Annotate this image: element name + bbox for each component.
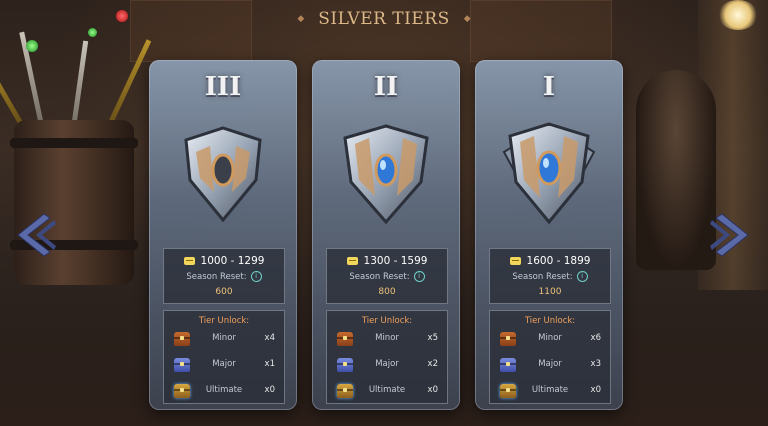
next-tier-button[interactable]	[708, 212, 752, 258]
info-icon[interactable]: i	[413, 271, 425, 282]
reward-count: x5	[427, 333, 438, 343]
season-reset: Season Reset: i	[164, 271, 284, 282]
major-chest-icon	[174, 358, 190, 372]
reward-row-major: Major x2	[327, 357, 447, 377]
tier-unlock-title: Tier Unlock:	[198, 316, 250, 326]
minor-chest-icon	[500, 332, 516, 346]
season-reset-label: Season Reset:	[349, 271, 410, 282]
reward-count: x4	[264, 333, 275, 343]
reward-row-ultimate: Ultimate x0	[327, 383, 447, 403]
tier-unlock-title: Tier Unlock:	[361, 316, 413, 326]
info-icon[interactable]: i	[250, 271, 262, 282]
minor-chest-icon	[174, 332, 190, 346]
diamond-ornament-icon: ◆	[463, 14, 471, 24]
chevron-left-icon	[17, 213, 56, 257]
reward-name: Minor	[375, 333, 399, 343]
rank-point-coin-icon	[346, 257, 358, 265]
tier-card-iii[interactable]: III 1000 - 1299 Season Reset: i 600 Tier…	[149, 60, 297, 410]
reward-count: x3	[590, 359, 601, 369]
reward-row-ultimate: Ultimate x0	[164, 383, 284, 403]
rank-range-text: 1000 - 1299	[200, 255, 265, 267]
major-chest-icon	[500, 358, 516, 372]
tier-unlock-box: Tier Unlock: Minor x6 Major x3 Ultimate …	[489, 310, 611, 404]
reward-count: x2	[427, 359, 438, 369]
tier-unlock-box: Tier Unlock: Minor x4 Major x1 Ultimate …	[163, 310, 285, 404]
rank-range: 1000 - 1299	[164, 255, 284, 267]
season-reset-value: 600	[215, 287, 233, 297]
reward-row-ultimate: Ultimate x0	[490, 383, 610, 403]
silver-shield-emblem-icon	[502, 122, 596, 225]
reward-name: Major	[538, 359, 562, 369]
rank-range-box: 1300 - 1599 Season Reset: i 800	[326, 248, 448, 304]
reward-name: Ultimate	[368, 385, 406, 395]
page-title: SILVER TIERS	[318, 9, 450, 29]
season-reset: Season Reset: i	[490, 271, 610, 282]
reward-count: x0	[427, 385, 438, 395]
tier-unlock-box: Tier Unlock: Minor x5 Major x2 Ultimate …	[326, 310, 448, 404]
rank-point-coin-icon	[183, 257, 195, 265]
ultimate-chest-icon	[337, 384, 353, 398]
previous-tier-button[interactable]	[14, 212, 58, 258]
major-chest-icon	[337, 358, 353, 372]
reward-name: Minor	[538, 333, 562, 343]
armored-statue	[636, 70, 716, 270]
rank-range-box: 1600 - 1899 Season Reset: i 1100	[489, 248, 611, 304]
reward-name: Major	[212, 359, 236, 369]
reward-row-major: Major x1	[164, 357, 284, 377]
barrel	[10, 120, 138, 285]
season-reset-value: 1100	[538, 287, 562, 297]
reward-count: x1	[264, 359, 275, 369]
tier-numeral: II	[373, 72, 399, 102]
barrel-band	[10, 138, 138, 148]
rank-range-text: 1600 - 1899	[526, 255, 591, 267]
reward-name: Minor	[212, 333, 236, 343]
reward-count: x6	[590, 333, 601, 343]
reward-name: Ultimate	[205, 385, 243, 395]
reward-row-minor: Minor x6	[490, 331, 610, 351]
season-reset-value: 800	[378, 287, 396, 297]
minor-chest-icon	[337, 332, 353, 346]
info-icon[interactable]: i	[576, 271, 588, 282]
tier-card-i[interactable]: I 1600 - 1899 Season Reset: i 1100 Tier …	[475, 60, 623, 410]
silver-shield-emblem-icon	[184, 126, 262, 223]
page-header: ◆ SILVER TIERS ◆	[0, 9, 768, 29]
rank-range: 1600 - 1899	[490, 255, 610, 267]
green-gem	[88, 28, 97, 37]
season-reset-label: Season Reset:	[186, 271, 247, 282]
reward-count: x0	[590, 385, 601, 395]
reward-row-minor: Minor x5	[327, 331, 447, 351]
reward-row-minor: Minor x4	[164, 331, 284, 351]
tier-numeral: I	[542, 72, 556, 102]
reward-name: Ultimate	[531, 385, 569, 395]
season-reset-label: Season Reset:	[512, 271, 573, 282]
rank-range: 1300 - 1599	[327, 255, 447, 267]
diamond-ornament-icon: ◆	[297, 14, 305, 24]
tier-card-ii[interactable]: II 1300 - 1599 Season Reset: i 800 Tier …	[312, 60, 460, 410]
ultimate-chest-icon	[500, 384, 516, 398]
reward-row-major: Major x3	[490, 357, 610, 377]
tier-unlock-title: Tier Unlock:	[524, 316, 576, 326]
green-gem	[26, 40, 38, 52]
rank-range-text: 1300 - 1599	[363, 255, 428, 267]
ultimate-chest-icon	[174, 384, 190, 398]
silver-shield-emblem-icon	[343, 124, 429, 225]
reward-count: x0	[264, 385, 275, 395]
rank-point-coin-icon	[509, 257, 521, 265]
chevron-right-icon	[710, 213, 749, 257]
tier-numeral: III	[204, 72, 242, 102]
rank-range-box: 1000 - 1299 Season Reset: i 600	[163, 248, 285, 304]
season-reset: Season Reset: i	[327, 271, 447, 282]
reward-name: Major	[375, 359, 399, 369]
